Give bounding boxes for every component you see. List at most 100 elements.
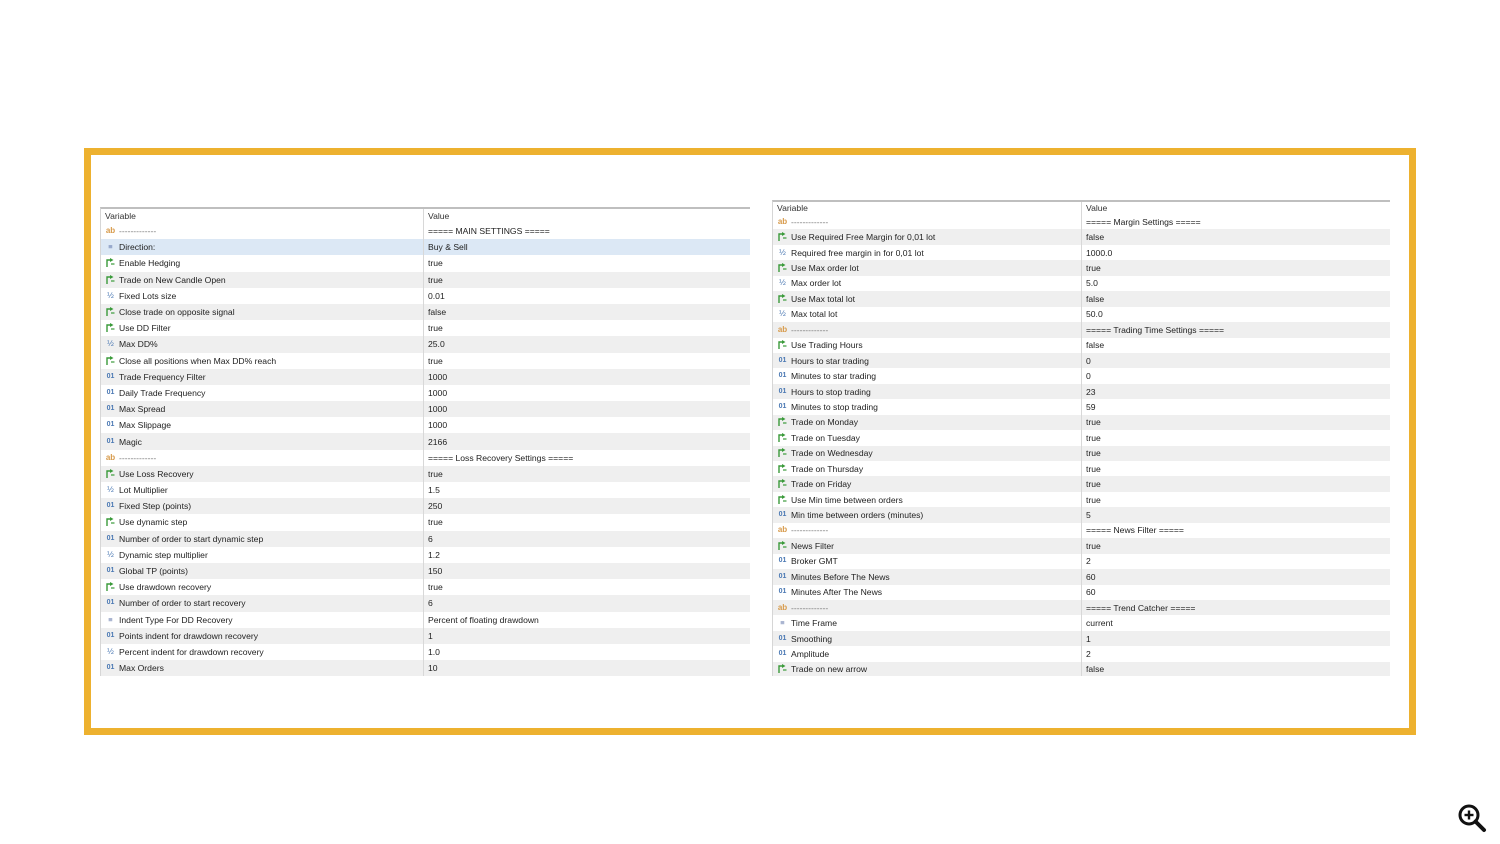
row-value[interactable]: 1000	[424, 369, 447, 385]
row-value[interactable]: 60	[1082, 585, 1096, 600]
row-value[interactable]: ===== Trading Time Settings =====	[1082, 322, 1224, 337]
row-value[interactable]: 0	[1082, 353, 1091, 368]
row-value[interactable]: true	[424, 514, 443, 530]
table-row[interactable]: 01 Global TP (points) 150	[101, 562, 750, 580]
table-row[interactable]: Trade on New Candle Open true	[101, 271, 750, 288]
row-value[interactable]: 50.0	[1082, 307, 1103, 322]
table-row[interactable]: 01 Smoothing 1	[773, 630, 1390, 647]
row-value[interactable]: 0	[1082, 368, 1091, 383]
row-value[interactable]: 5	[1082, 507, 1091, 522]
row-value[interactable]: 1.2	[424, 547, 440, 563]
table-row[interactable]: 01 Minutes to star trading 0	[773, 368, 1390, 384]
table-row[interactable]: 01 Max Spread 1000	[101, 401, 750, 418]
table-row[interactable]: ab ------------- ===== News Filter =====	[773, 522, 1390, 539]
row-value[interactable]: true	[1082, 461, 1101, 476]
row-value[interactable]: 60	[1082, 569, 1096, 584]
table-row[interactable]: 01 Points indent for drawdown recovery 1	[101, 627, 750, 644]
table-row[interactable]: News Filter true	[773, 538, 1390, 554]
table-row[interactable]: Trade on new arrow false	[773, 661, 1390, 676]
row-value[interactable]: false	[1082, 291, 1104, 306]
table-row[interactable]: 01 Max Orders 10	[101, 660, 750, 676]
table-row[interactable]: Trade on Monday true	[773, 414, 1390, 431]
row-value[interactable]: false	[1082, 338, 1104, 353]
table-row[interactable]: Close all positions when Max DD% reach tr…	[101, 352, 750, 369]
table-row[interactable]: ≡ Time Frame current	[773, 615, 1390, 631]
table-row[interactable]: 01 Min time between orders (minutes) 5	[773, 507, 1390, 523]
row-value[interactable]: true	[1082, 415, 1101, 430]
row-value[interactable]: true	[1082, 538, 1101, 553]
table-row[interactable]: Trade on Tuesday true	[773, 430, 1390, 446]
row-value[interactable]: true	[424, 255, 443, 271]
row-value[interactable]: 10	[424, 660, 438, 676]
row-value[interactable]: ===== Loss Recovery Settings =====	[424, 450, 573, 466]
row-value[interactable]: 250	[424, 498, 442, 514]
table-row[interactable]: Trade on Thursday true	[773, 461, 1390, 477]
table-row[interactable]: 01 Amplitude 2	[773, 646, 1390, 662]
table-row[interactable]: 01 Daily Trade Frequency 1000	[101, 384, 750, 402]
table-row[interactable]: 01 Max Slippage 1000	[101, 417, 750, 434]
table-row[interactable]: 01 Fixed Step (points) 250	[101, 498, 750, 515]
table-row[interactable]: Enable Hedging true	[101, 255, 750, 272]
row-value[interactable]: true	[424, 272, 443, 288]
row-value[interactable]: ===== Margin Settings =====	[1082, 214, 1201, 229]
table-row[interactable]: ab ------------- ===== Trading Time Settin…	[773, 322, 1390, 338]
row-value[interactable]: true	[1082, 430, 1101, 445]
header-value[interactable]: Value	[1082, 202, 1107, 214]
row-value[interactable]: true	[1082, 492, 1101, 507]
row-value[interactable]: ===== News Filter =====	[1082, 523, 1184, 538]
table-row[interactable]: ½ Dynamic step multiplier 1.2	[101, 546, 750, 563]
row-value[interactable]: true	[424, 353, 443, 369]
row-value[interactable]: 1000	[424, 401, 447, 417]
row-value[interactable]: 2	[1082, 554, 1091, 569]
table-row[interactable]: ½ Max total lot 50.0	[773, 306, 1390, 323]
header-value[interactable]: Value	[424, 209, 449, 223]
table-row[interactable]: Use Required Free Margin for 0,01 lot fal…	[773, 229, 1390, 245]
row-value[interactable]: 0.01	[424, 288, 445, 304]
header-variable[interactable]: Variable	[101, 209, 424, 223]
table-row[interactable]: 01 Hours to star trading 0	[773, 352, 1390, 369]
table-row[interactable]: Trade on Friday true	[773, 476, 1390, 492]
row-value[interactable]: 2	[1082, 646, 1091, 661]
zoom-in-icon[interactable]	[1457, 803, 1487, 833]
table-row[interactable]: 01 Trade Frequency Filter 1000	[101, 368, 750, 385]
row-value[interactable]: ===== Trend Catcher =====	[1082, 600, 1195, 615]
row-value[interactable]: 1000.0	[1082, 245, 1112, 260]
row-value[interactable]: ===== MAIN SETTINGS =====	[424, 223, 550, 239]
table-row[interactable]: ½ Fixed Lots size 0.01	[101, 287, 750, 304]
row-value[interactable]: 1000	[424, 417, 447, 433]
table-row[interactable]: Use Max order lot true	[773, 260, 1390, 276]
table-row[interactable]: 01 Number of order to start dynamic step 6	[101, 530, 750, 547]
table-row[interactable]: ½ Lot Multiplier 1.5	[101, 482, 750, 499]
row-value[interactable]: 25.0	[424, 336, 445, 352]
table-row[interactable]: ½ Percent indent for drawdown recovery 1.0	[101, 643, 750, 661]
row-value[interactable]: true	[1082, 446, 1101, 461]
row-value[interactable]: 1	[424, 628, 433, 644]
table-row[interactable]: ab ------------- ===== Margin Settings ===…	[773, 214, 1390, 230]
row-value[interactable]: current	[1082, 615, 1113, 630]
table-row[interactable]: 01 Minutes Before The News 60	[773, 569, 1390, 585]
table-row[interactable]: Use DD Filter true	[101, 320, 750, 337]
table-row[interactable]: 01 Broker GMT 2	[773, 553, 1390, 570]
row-value[interactable]: true	[1082, 260, 1101, 275]
table-row[interactable]: ab ------------- ===== MAIN SETTINGS =====	[101, 223, 750, 240]
row-value[interactable]: 5.0	[1082, 276, 1098, 291]
table-row[interactable]: 01 Minutes After The News 60	[773, 584, 1390, 600]
table-row[interactable]: Use dynamic step true	[101, 514, 750, 531]
row-value[interactable]: Percent of floating drawdown	[424, 612, 539, 628]
table-row[interactable]: Trade on Wednesday true	[773, 445, 1390, 461]
row-value[interactable]: Buy & Sell	[424, 239, 468, 255]
row-value[interactable]: 2166	[424, 433, 447, 449]
row-value[interactable]: 150	[424, 563, 442, 579]
table-row[interactable]: 01 Number of order to start recovery 6	[101, 595, 750, 612]
table-row[interactable]: Use Min time between orders true	[773, 491, 1390, 508]
row-value[interactable]: false	[424, 304, 446, 320]
row-value[interactable]: true	[424, 579, 443, 595]
table-row[interactable]: ½ Required free margin in for 0,01 lot 100…	[773, 244, 1390, 261]
table-row[interactable]: ab ------------- ===== Trend Catcher =====	[773, 599, 1390, 616]
table-row[interactable]: Use drawdown recovery true	[101, 579, 750, 596]
row-value[interactable]: true	[424, 466, 443, 482]
table-row[interactable]: Use Trading Hours false	[773, 337, 1390, 353]
row-value[interactable]: 1	[1082, 631, 1091, 646]
table-row[interactable]: 01 Magic 2166	[101, 433, 750, 450]
table-row[interactable]: Use Max total lot false	[773, 291, 1390, 307]
